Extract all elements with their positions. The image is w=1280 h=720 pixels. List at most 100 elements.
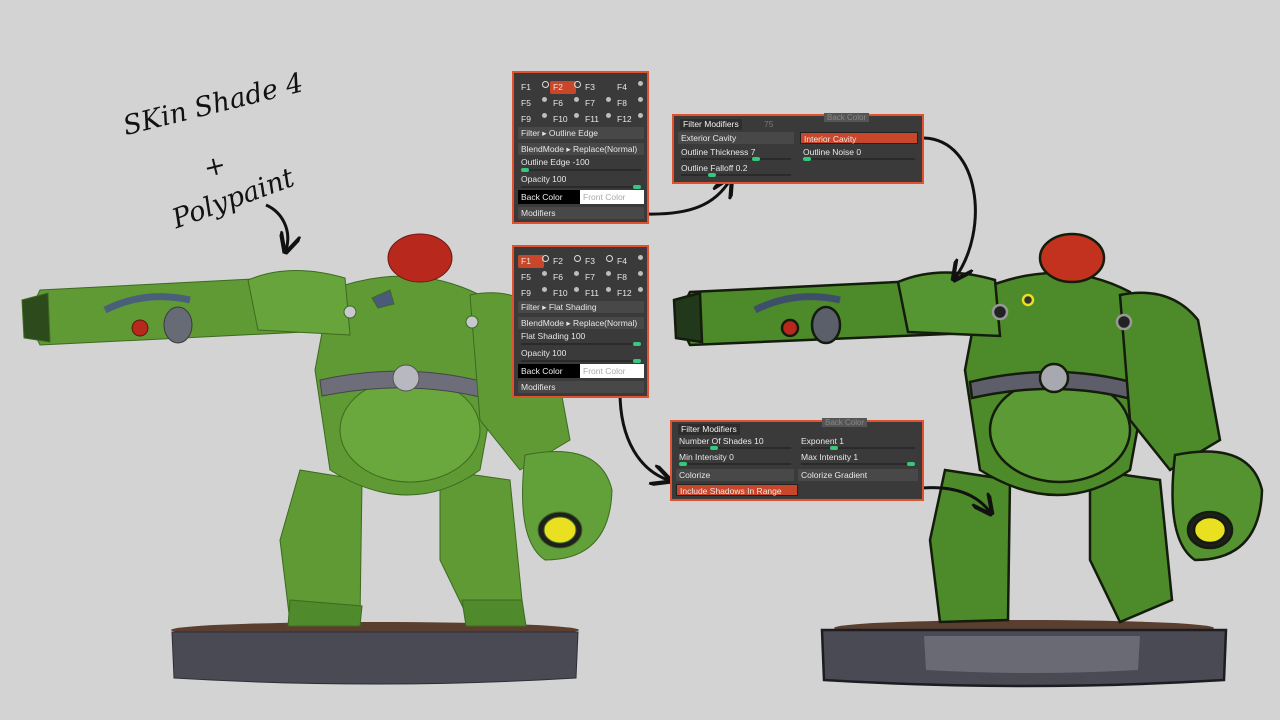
opacity-slider[interactable]: Opacity 100 <box>518 174 644 189</box>
fkey-f9[interactable]: F9 <box>518 287 544 300</box>
slider-knob[interactable] <box>803 157 811 161</box>
flat-filter-modifiers-panel: Back Color Filter Modifiers Number Of Sh… <box>670 418 924 501</box>
ghost-back-color: Back Color <box>824 113 870 122</box>
fkey-f3[interactable]: F3 <box>582 81 608 94</box>
slider-knob[interactable] <box>907 462 915 466</box>
blendmode-selector[interactable]: BlendMode ▸ Replace(Normal) <box>518 143 644 155</box>
fkey-f2[interactable]: F2 <box>550 81 576 94</box>
blendmode-selector[interactable]: BlendMode ▸ Replace(Normal) <box>518 317 644 329</box>
fkey-f4-dot[interactable] <box>638 255 643 260</box>
modifiers-button[interactable]: Modifiers <box>518 207 644 219</box>
front-color-swatch[interactable]: Front Color <box>580 190 644 204</box>
slider-knob[interactable] <box>710 446 718 450</box>
fkey-f12[interactable]: F12 <box>614 113 640 126</box>
arrow-modifiers-to-robot <box>923 136 977 278</box>
fkey-f11[interactable]: F11 <box>582 287 608 300</box>
fkey-f1-dot[interactable] <box>542 255 549 262</box>
fkey-f12-dot[interactable] <box>638 113 643 118</box>
front-color-swatch[interactable]: Front Color <box>580 364 644 378</box>
fkey-f6-dot[interactable] <box>574 97 579 102</box>
slider-knob[interactable] <box>633 359 641 363</box>
flat-shading-slider-label: Flat Shading 100 <box>521 331 586 341</box>
fkey-f1-dot[interactable] <box>542 81 549 88</box>
outline-falloff-label: Outline Falloff 0.2 <box>681 163 748 173</box>
fkey-f4-dot[interactable] <box>638 81 643 86</box>
colorize-gradient-toggle[interactable]: Colorize Gradient <box>798 469 918 481</box>
back-color-swatch[interactable]: Back Color <box>518 190 580 204</box>
fkey-f2[interactable]: F2 <box>550 255 576 268</box>
fkey-f5-dot[interactable] <box>542 97 547 102</box>
min-intensity-slider[interactable]: Min Intensity 0 <box>676 452 794 466</box>
arrow-outline-to-modifiers <box>645 180 730 216</box>
number-of-shades-label: Number Of Shades 10 <box>679 436 764 446</box>
min-intensity-label: Min Intensity 0 <box>679 452 734 462</box>
fkey-f6-dot[interactable] <box>574 271 579 276</box>
outline-noise-label: Outline Noise 0 <box>803 147 862 157</box>
fkey-f10-dot[interactable] <box>574 113 579 118</box>
slider-knob[interactable] <box>633 342 641 346</box>
fkey-f10[interactable]: F10 <box>550 287 576 300</box>
fkey-f12-dot[interactable] <box>638 287 643 292</box>
ghost-value: 75 <box>764 119 774 129</box>
fkey-f7[interactable]: F7 <box>582 97 608 110</box>
fkey-f11-dot[interactable] <box>606 113 611 118</box>
ghost-back-color: Back Color <box>822 418 868 427</box>
fkey-f5-dot[interactable] <box>542 271 547 276</box>
max-intensity-slider[interactable]: Max Intensity 1 <box>798 452 918 466</box>
fkey-f11-dot[interactable] <box>606 287 611 292</box>
fkey-f12[interactable]: F12 <box>614 287 640 300</box>
fkey-f3-dot[interactable] <box>606 255 613 262</box>
fkey-f6[interactable]: F6 <box>550 97 576 110</box>
outline-thickness-slider[interactable]: Outline Thickness 7 <box>678 147 794 161</box>
fkey-f2-dot[interactable] <box>574 255 581 262</box>
fkey-f9-dot[interactable] <box>542 287 547 292</box>
include-shadows-toggle[interactable]: Include Shadows In Range <box>676 484 798 496</box>
fkey-f4[interactable]: F4 <box>614 81 640 94</box>
fkey-f8[interactable]: F8 <box>614 97 640 110</box>
opacity-slider-label: Opacity 100 <box>521 348 567 358</box>
fkey-f5[interactable]: F5 <box>518 97 544 110</box>
fkey-f8-dot[interactable] <box>638 271 643 276</box>
outline-falloff-slider[interactable]: Outline Falloff 0.2 <box>678 163 794 177</box>
flat-shading-filter-panel: F1 F2 F3 F4 F5 F6 F7 F8 F9 F10 F11 F12 F… <box>512 245 649 398</box>
fkey-f7[interactable]: F7 <box>582 271 608 284</box>
fkey-f7-dot[interactable] <box>606 97 611 102</box>
exponent-slider[interactable]: Exponent 1 <box>798 436 918 450</box>
number-of-shades-slider[interactable]: Number Of Shades 10 <box>676 436 794 450</box>
fkey-f2-dot[interactable] <box>574 81 581 88</box>
fkey-f11[interactable]: F11 <box>582 113 608 126</box>
opacity-slider[interactable]: Opacity 100 <box>518 348 644 363</box>
outline-filter-modifiers-panel: Filter Modifiers 75 Back Color Exterior … <box>672 113 924 184</box>
fkey-f10-dot[interactable] <box>574 287 579 292</box>
flat-shading-slider[interactable]: Flat Shading 100 <box>518 331 644 346</box>
fkey-f1[interactable]: F1 <box>518 255 544 268</box>
fkey-f7-dot[interactable] <box>606 271 611 276</box>
fkey-f6[interactable]: F6 <box>550 271 576 284</box>
fkey-f5[interactable]: F5 <box>518 271 544 284</box>
slider-knob[interactable] <box>830 446 838 450</box>
outline-edge-slider[interactable]: Outline Edge -100 <box>518 157 644 172</box>
filter-selector[interactable]: Filter ▸ Outline Edge <box>518 127 644 139</box>
interior-cavity-toggle[interactable]: Interior Cavity <box>800 132 918 144</box>
outline-noise-slider[interactable]: Outline Noise 0 <box>800 147 918 161</box>
arrow-flat-to-modifiers <box>618 391 668 480</box>
fkey-f8-dot[interactable] <box>638 97 643 102</box>
exterior-cavity-toggle[interactable]: Exterior Cavity <box>678 132 794 144</box>
slider-knob[interactable] <box>521 168 529 172</box>
fkey-f1[interactable]: F1 <box>518 81 544 94</box>
exponent-label: Exponent 1 <box>801 436 845 446</box>
filter-selector[interactable]: Filter ▸ Flat Shading <box>518 301 644 313</box>
back-color-swatch[interactable]: Back Color <box>518 364 580 378</box>
fkey-f4[interactable]: F4 <box>614 255 640 268</box>
colorize-toggle[interactable]: Colorize <box>676 469 794 481</box>
slider-knob[interactable] <box>752 157 760 161</box>
modifiers-button[interactable]: Modifiers <box>518 381 644 393</box>
fkey-f9[interactable]: F9 <box>518 113 544 126</box>
fkey-f10[interactable]: F10 <box>550 113 576 126</box>
slider-knob[interactable] <box>679 462 687 466</box>
fkey-f9-dot[interactable] <box>542 113 547 118</box>
fkey-f3[interactable]: F3 <box>582 255 608 268</box>
slider-knob[interactable] <box>633 185 641 189</box>
fkey-f8[interactable]: F8 <box>614 271 640 284</box>
slider-knob[interactable] <box>708 173 716 177</box>
